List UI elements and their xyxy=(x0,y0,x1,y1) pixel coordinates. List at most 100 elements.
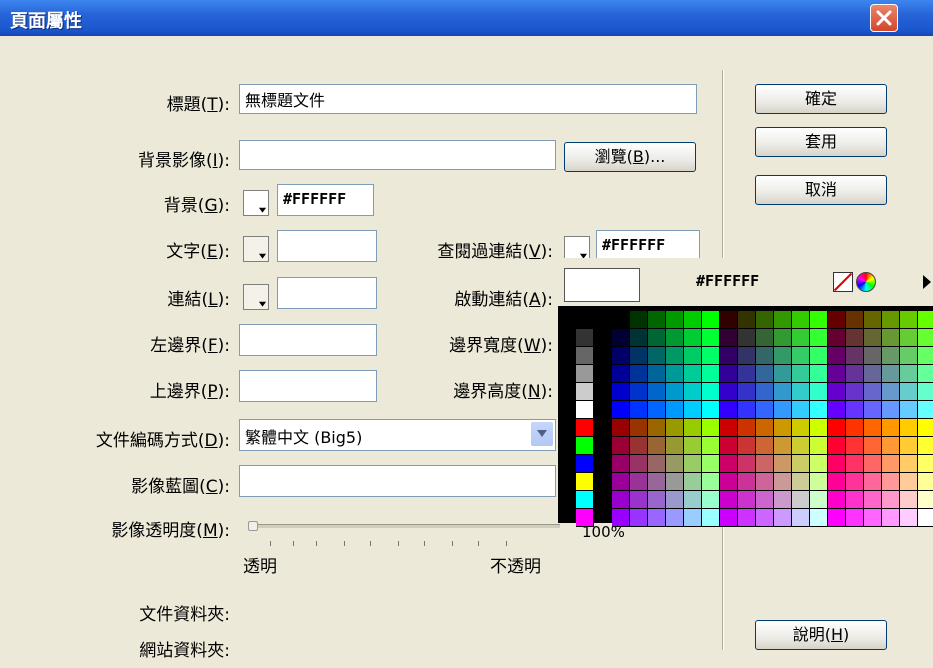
color-swatch[interactable] xyxy=(684,455,702,473)
color-swatch[interactable] xyxy=(828,365,846,383)
color-swatch[interactable] xyxy=(810,365,828,383)
color-swatch[interactable] xyxy=(864,347,882,365)
color-swatch[interactable] xyxy=(882,473,900,491)
color-swatch[interactable] xyxy=(702,347,720,365)
color-swatch[interactable] xyxy=(846,365,864,383)
color-swatch[interactable] xyxy=(612,401,630,419)
color-swatch[interactable] xyxy=(846,419,864,437)
color-swatch[interactable] xyxy=(738,473,756,491)
color-swatch[interactable] xyxy=(630,383,648,401)
color-swatch[interactable] xyxy=(612,419,630,437)
color-swatch[interactable] xyxy=(756,365,774,383)
color-swatch[interactable] xyxy=(792,311,810,329)
color-swatch[interactable] xyxy=(918,437,933,455)
color-swatch[interactable] xyxy=(918,455,933,473)
color-wheel-icon[interactable] xyxy=(856,272,876,292)
color-swatch[interactable] xyxy=(612,473,630,491)
color-swatch[interactable] xyxy=(684,509,702,527)
menu-arrow-icon[interactable] xyxy=(923,275,931,289)
cancel-button[interactable]: 取消 xyxy=(755,175,887,205)
color-swatch[interactable] xyxy=(702,509,720,527)
color-swatch[interactable] xyxy=(576,365,594,383)
color-swatch[interactable] xyxy=(612,437,630,455)
color-swatch[interactable] xyxy=(684,437,702,455)
color-swatch[interactable] xyxy=(648,365,666,383)
color-swatch[interactable] xyxy=(576,419,594,437)
color-swatch[interactable] xyxy=(900,419,918,437)
color-swatch[interactable] xyxy=(648,455,666,473)
color-swatch[interactable] xyxy=(810,473,828,491)
color-swatch[interactable] xyxy=(792,491,810,509)
color-swatch[interactable] xyxy=(630,455,648,473)
color-swatch[interactable] xyxy=(738,365,756,383)
color-swatch[interactable] xyxy=(738,455,756,473)
color-swatch[interactable] xyxy=(666,419,684,437)
color-swatch[interactable] xyxy=(828,473,846,491)
color-swatch[interactable] xyxy=(882,455,900,473)
color-swatch[interactable] xyxy=(882,437,900,455)
color-swatch[interactable] xyxy=(810,347,828,365)
color-swatch[interactable] xyxy=(630,347,648,365)
color-swatch[interactable] xyxy=(666,365,684,383)
color-swatch[interactable] xyxy=(882,311,900,329)
color-swatch[interactable] xyxy=(774,401,792,419)
color-swatch[interactable] xyxy=(756,509,774,527)
color-swatch[interactable] xyxy=(774,383,792,401)
color-swatch[interactable] xyxy=(900,365,918,383)
tracing-image-input[interactable] xyxy=(239,465,556,497)
color-swatch[interactable] xyxy=(702,311,720,329)
color-swatch[interactable] xyxy=(774,329,792,347)
color-swatch[interactable] xyxy=(630,491,648,509)
color-swatch[interactable] xyxy=(612,311,630,329)
text-color-swatch[interactable] xyxy=(243,236,269,262)
color-swatch[interactable] xyxy=(882,509,900,527)
color-swatch[interactable] xyxy=(648,383,666,401)
color-swatch[interactable] xyxy=(630,473,648,491)
color-swatch[interactable] xyxy=(846,311,864,329)
color-swatch[interactable] xyxy=(720,365,738,383)
color-swatch[interactable] xyxy=(810,311,828,329)
color-swatch[interactable] xyxy=(828,383,846,401)
color-swatch[interactable] xyxy=(648,473,666,491)
color-swatch[interactable] xyxy=(846,473,864,491)
color-swatch[interactable] xyxy=(666,347,684,365)
color-swatch[interactable] xyxy=(612,383,630,401)
color-swatch[interactable] xyxy=(684,473,702,491)
color-swatch[interactable] xyxy=(576,437,594,455)
color-swatch[interactable] xyxy=(864,311,882,329)
color-swatch[interactable] xyxy=(774,419,792,437)
color-swatch[interactable] xyxy=(828,509,846,527)
color-swatch[interactable] xyxy=(900,401,918,419)
color-swatch[interactable] xyxy=(828,419,846,437)
color-swatch[interactable] xyxy=(684,419,702,437)
color-swatch[interactable] xyxy=(792,473,810,491)
color-swatch[interactable] xyxy=(774,491,792,509)
color-swatch[interactable] xyxy=(756,473,774,491)
color-swatch[interactable] xyxy=(828,311,846,329)
color-swatch[interactable] xyxy=(702,455,720,473)
color-swatch[interactable] xyxy=(774,509,792,527)
color-swatch[interactable] xyxy=(846,491,864,509)
color-swatch[interactable] xyxy=(666,509,684,527)
color-swatch[interactable] xyxy=(864,509,882,527)
color-swatch[interactable] xyxy=(810,509,828,527)
color-swatch[interactable] xyxy=(648,419,666,437)
color-swatch[interactable] xyxy=(900,347,918,365)
links-color-input[interactable] xyxy=(277,277,377,309)
color-swatch[interactable] xyxy=(720,455,738,473)
color-swatch[interactable] xyxy=(666,455,684,473)
help-button[interactable]: 說明(H) xyxy=(755,620,887,650)
color-swatch[interactable] xyxy=(828,347,846,365)
color-swatch[interactable] xyxy=(828,329,846,347)
color-swatch[interactable] xyxy=(738,383,756,401)
color-swatch[interactable] xyxy=(810,437,828,455)
color-swatch[interactable] xyxy=(774,311,792,329)
color-swatch[interactable] xyxy=(648,509,666,527)
color-swatch[interactable] xyxy=(648,491,666,509)
links-color-swatch[interactable] xyxy=(243,284,269,310)
color-swatch[interactable] xyxy=(792,347,810,365)
color-swatch[interactable] xyxy=(630,365,648,383)
title-input[interactable]: 無標題文件 xyxy=(239,84,697,114)
color-swatch[interactable] xyxy=(918,491,933,509)
color-swatch[interactable] xyxy=(918,419,933,437)
